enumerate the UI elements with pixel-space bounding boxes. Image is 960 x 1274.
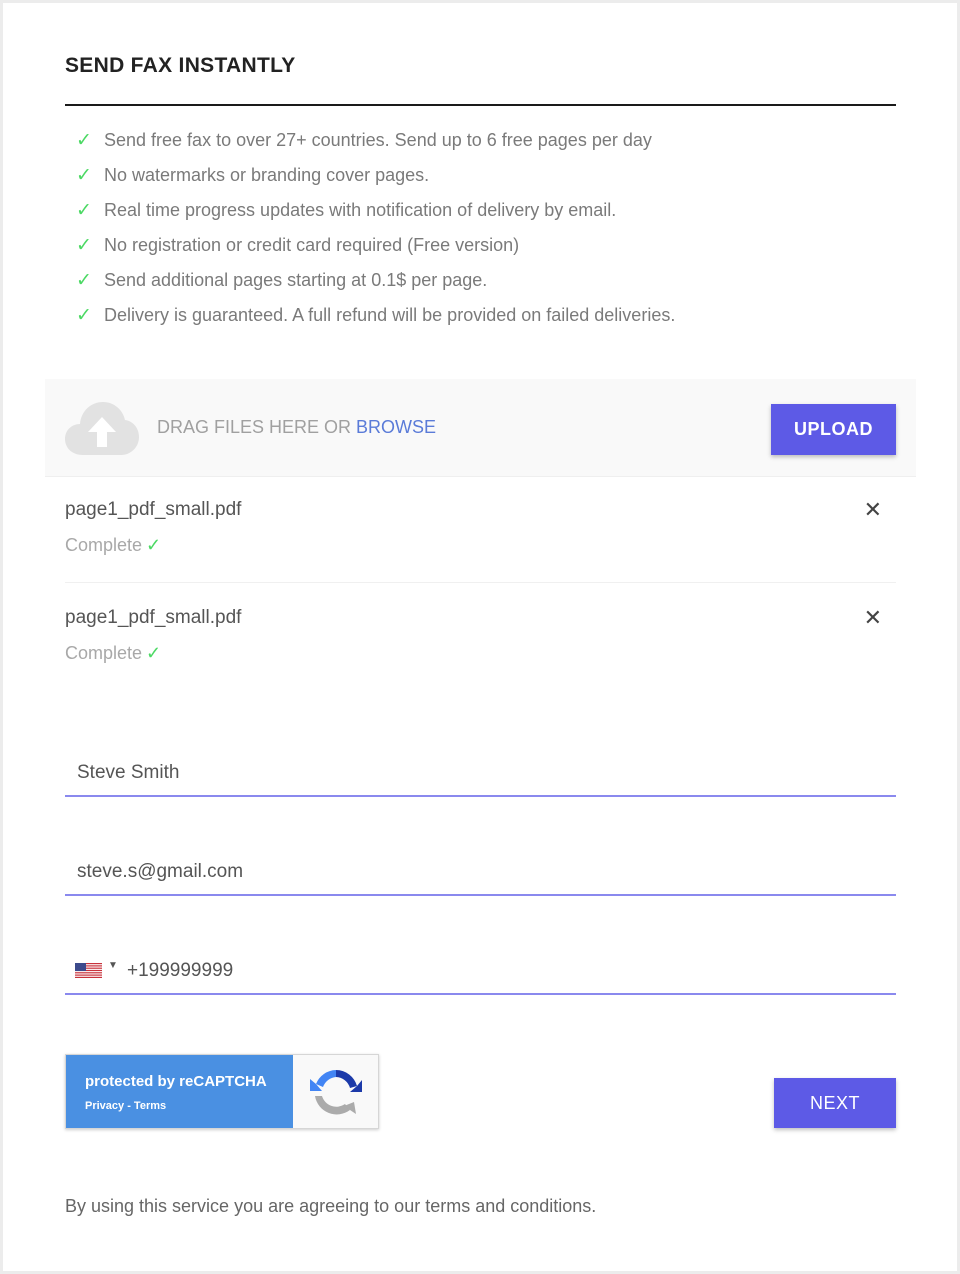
file-dropzone[interactable]: DRAG FILES HERE OR BROWSE UPLOAD xyxy=(45,379,916,477)
check-icon: ✓ xyxy=(76,130,92,151)
upload-button[interactable]: UPLOAD xyxy=(771,404,896,455)
file-status-text: Complete xyxy=(65,643,143,663)
file-status: Complete ✓ xyxy=(65,535,161,556)
phone-input[interactable] xyxy=(127,953,867,989)
country-dropdown-chevron-down-icon[interactable]: ▼ xyxy=(108,960,118,971)
file-status: Complete ✓ xyxy=(65,643,161,664)
recaptcha-title: protected by reCAPTCHA xyxy=(85,1073,267,1090)
terms-text: By using this service you are agreeing t… xyxy=(65,1196,597,1216)
feature-text: No watermarks or branding cover pages. xyxy=(104,165,430,185)
name-field xyxy=(65,751,896,797)
email-field xyxy=(65,850,896,896)
file-item: page1_pdf_small.pdf Complete ✓ ✕ xyxy=(65,477,896,583)
file-name: page1_pdf_small.pdf xyxy=(65,607,242,628)
recaptcha-logo-icon xyxy=(310,1070,362,1115)
feature-item: ✓ No registration or credit card required… xyxy=(65,228,896,263)
feature-text: Send free fax to over 27+ countries. Sen… xyxy=(104,130,652,150)
name-input[interactable] xyxy=(77,755,877,791)
cloud-upload-icon xyxy=(65,402,139,455)
check-icon: ✓ xyxy=(76,270,92,291)
feature-text: Real time progress updates with notifica… xyxy=(104,200,617,220)
file-item: page1_pdf_small.pdf Complete ✓ ✕ xyxy=(65,585,896,691)
recaptcha-badge[interactable]: protected by reCAPTCHA Privacy - Terms xyxy=(65,1054,379,1129)
dropzone-text: DRAG FILES HERE OR BROWSE xyxy=(157,417,436,438)
check-icon: ✓ xyxy=(76,235,92,256)
title-divider xyxy=(65,104,896,106)
browse-link[interactable]: BROWSE xyxy=(356,417,436,437)
feature-text: Delivery is guaranteed. A full refund wi… xyxy=(104,305,676,325)
check-icon: ✓ xyxy=(146,643,162,663)
fax-form-card: SEND FAX INSTANTLY ✓ Send free fax to ove… xyxy=(3,3,957,1271)
check-icon: ✓ xyxy=(76,200,92,221)
feature-list: ✓ Send free fax to over 27+ countries. Se… xyxy=(65,123,896,333)
feature-item: ✓ Real time progress updates with notific… xyxy=(65,193,896,228)
feature-item: ✓ Send additional pages starting at 0.1$ … xyxy=(65,263,896,298)
phone-field: ▼ xyxy=(65,949,896,995)
email-input[interactable] xyxy=(77,854,877,890)
remove-file-close-icon[interactable]: ✕ xyxy=(864,497,882,523)
recaptcha-links[interactable]: Privacy - Terms xyxy=(85,1100,166,1112)
page-title: SEND FAX INSTANTLY xyxy=(65,54,296,77)
feature-item: ✓ Send free fax to over 27+ countries. Se… xyxy=(65,123,896,158)
check-icon: ✓ xyxy=(146,535,162,555)
recaptcha-info: protected by reCAPTCHA Privacy - Terms xyxy=(66,1055,293,1128)
dropzone-instruction: DRAG FILES HERE OR xyxy=(157,417,357,437)
check-icon: ✓ xyxy=(76,305,92,326)
feature-text: Send additional pages starting at 0.1$ p… xyxy=(104,270,488,290)
feature-text: No registration or credit card required … xyxy=(104,235,520,255)
file-name: page1_pdf_small.pdf xyxy=(65,499,242,520)
feature-item: ✓ No watermarks or branding cover pages. xyxy=(65,158,896,193)
feature-item: ✓ Delivery is guaranteed. A full refund w… xyxy=(65,298,896,333)
us-flag-icon[interactable] xyxy=(75,963,102,978)
file-status-text: Complete xyxy=(65,535,143,555)
next-button[interactable]: NEXT xyxy=(774,1078,896,1128)
remove-file-close-icon[interactable]: ✕ xyxy=(864,605,882,631)
check-icon: ✓ xyxy=(76,165,92,186)
